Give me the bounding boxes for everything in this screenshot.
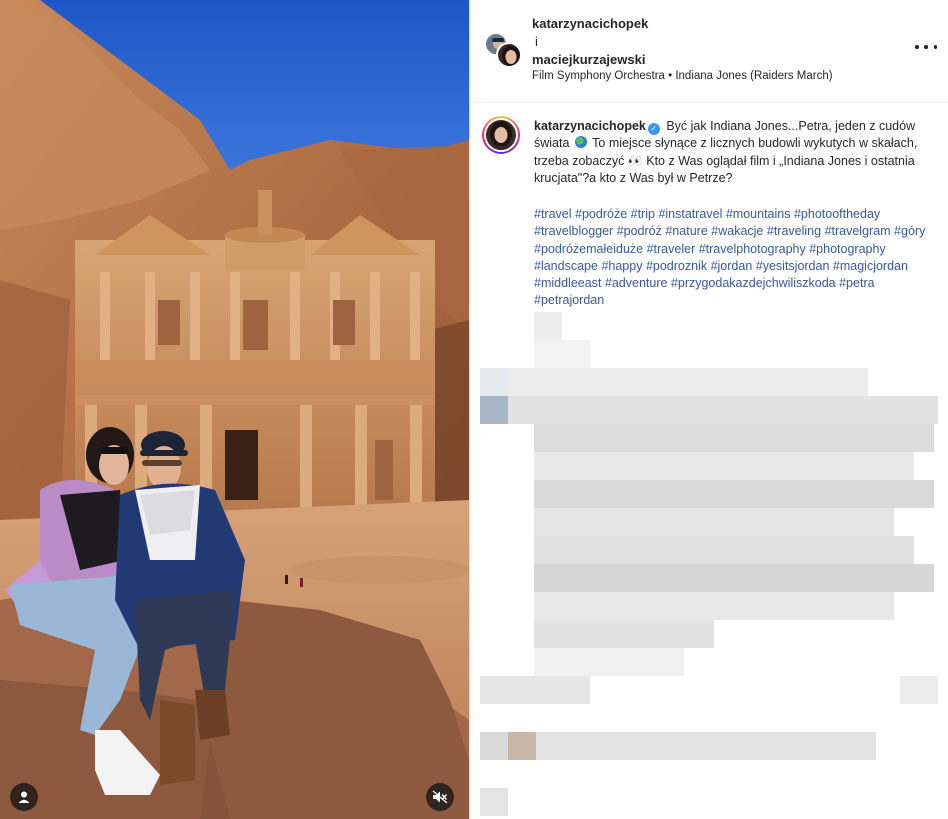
hashtag-link[interactable]: #magicjordan bbox=[833, 259, 908, 273]
story-ring-avatar[interactable] bbox=[482, 116, 520, 154]
hashtag-link[interactable]: #podróże bbox=[575, 207, 627, 221]
hashtag-link[interactable]: #travelblogger bbox=[534, 224, 613, 238]
mute-toggle-button[interactable] bbox=[426, 783, 454, 811]
collab-separator: i bbox=[535, 34, 538, 49]
author-username[interactable]: maciejkurzajewski bbox=[532, 51, 648, 69]
caption-username[interactable]: katarzynacichopek bbox=[534, 119, 646, 133]
hashtag-link[interactable]: #adventure bbox=[605, 276, 668, 290]
hashtag-link[interactable]: #travelphotography bbox=[699, 242, 806, 256]
hashtag-link[interactable]: #happy bbox=[601, 259, 642, 273]
more-options-icon[interactable] bbox=[915, 38, 937, 56]
hashtag-link[interactable]: #mountains bbox=[726, 207, 791, 221]
post-sidebar: katarzynacichopek i maciejkurzajewski Fi… bbox=[469, 0, 948, 819]
avatar bbox=[486, 120, 516, 150]
hashtag-link[interactable]: #przygodakazdejchwiliszkoda bbox=[671, 276, 836, 290]
hashtag-link[interactable]: #travelgram bbox=[825, 224, 891, 238]
eyes-emoji-icon: 👀 bbox=[627, 153, 643, 168]
globe-emoji-icon bbox=[574, 136, 587, 149]
collab-avatars[interactable] bbox=[484, 32, 522, 68]
verified-badge-icon: ✓ bbox=[647, 123, 660, 135]
audio-track-link[interactable]: Film Symphony Orchestra • Indiana Jones … bbox=[532, 70, 833, 82]
blurred-comments bbox=[470, 312, 948, 819]
hashtag-link[interactable]: #trip bbox=[631, 207, 655, 221]
hashtag-link[interactable]: #podróżemałeiduże bbox=[534, 242, 643, 256]
hashtag-link[interactable]: #instatravel bbox=[658, 207, 722, 221]
hashtag-link[interactable]: #petra bbox=[839, 276, 874, 290]
hashtag-link[interactable]: #góry bbox=[894, 224, 925, 238]
post-photo[interactable] bbox=[0, 0, 469, 819]
tagged-users-button[interactable] bbox=[10, 783, 38, 811]
post-header: katarzynacichopek i maciejkurzajewski Fi… bbox=[470, 0, 948, 103]
hashtag-list: #travel #podróże #trip #instatravel #mou… bbox=[534, 206, 934, 310]
hashtag-link[interactable]: #traveler bbox=[647, 242, 696, 256]
hashtag-link[interactable]: #nature bbox=[665, 224, 707, 238]
hashtag-link[interactable]: #travel bbox=[534, 207, 572, 221]
hashtag-link[interactable]: #podroznik bbox=[646, 259, 707, 273]
hashtag-link[interactable]: #yesitsjordan bbox=[756, 259, 830, 273]
hashtag-link[interactable]: #middleeast bbox=[534, 276, 601, 290]
hashtag-link[interactable]: #petrajordan bbox=[534, 293, 604, 307]
author-username[interactable]: katarzynacichopek bbox=[532, 15, 648, 33]
hashtag-link[interactable]: #wakacje bbox=[711, 224, 763, 238]
hashtag-link[interactable]: #jordan bbox=[711, 259, 753, 273]
hashtag-link[interactable]: #traveling bbox=[767, 224, 821, 238]
hashtag-link[interactable]: #landscape bbox=[534, 259, 598, 273]
petra-monastery-photo bbox=[0, 0, 469, 819]
hashtag-link[interactable]: #photography bbox=[809, 242, 885, 256]
user-tag-icon bbox=[18, 791, 30, 803]
hashtag-link[interactable]: #photooftheday bbox=[794, 207, 880, 221]
audio-muted-icon bbox=[432, 790, 448, 804]
avatar bbox=[496, 42, 522, 68]
hashtag-link[interactable]: #podróż bbox=[617, 224, 662, 238]
